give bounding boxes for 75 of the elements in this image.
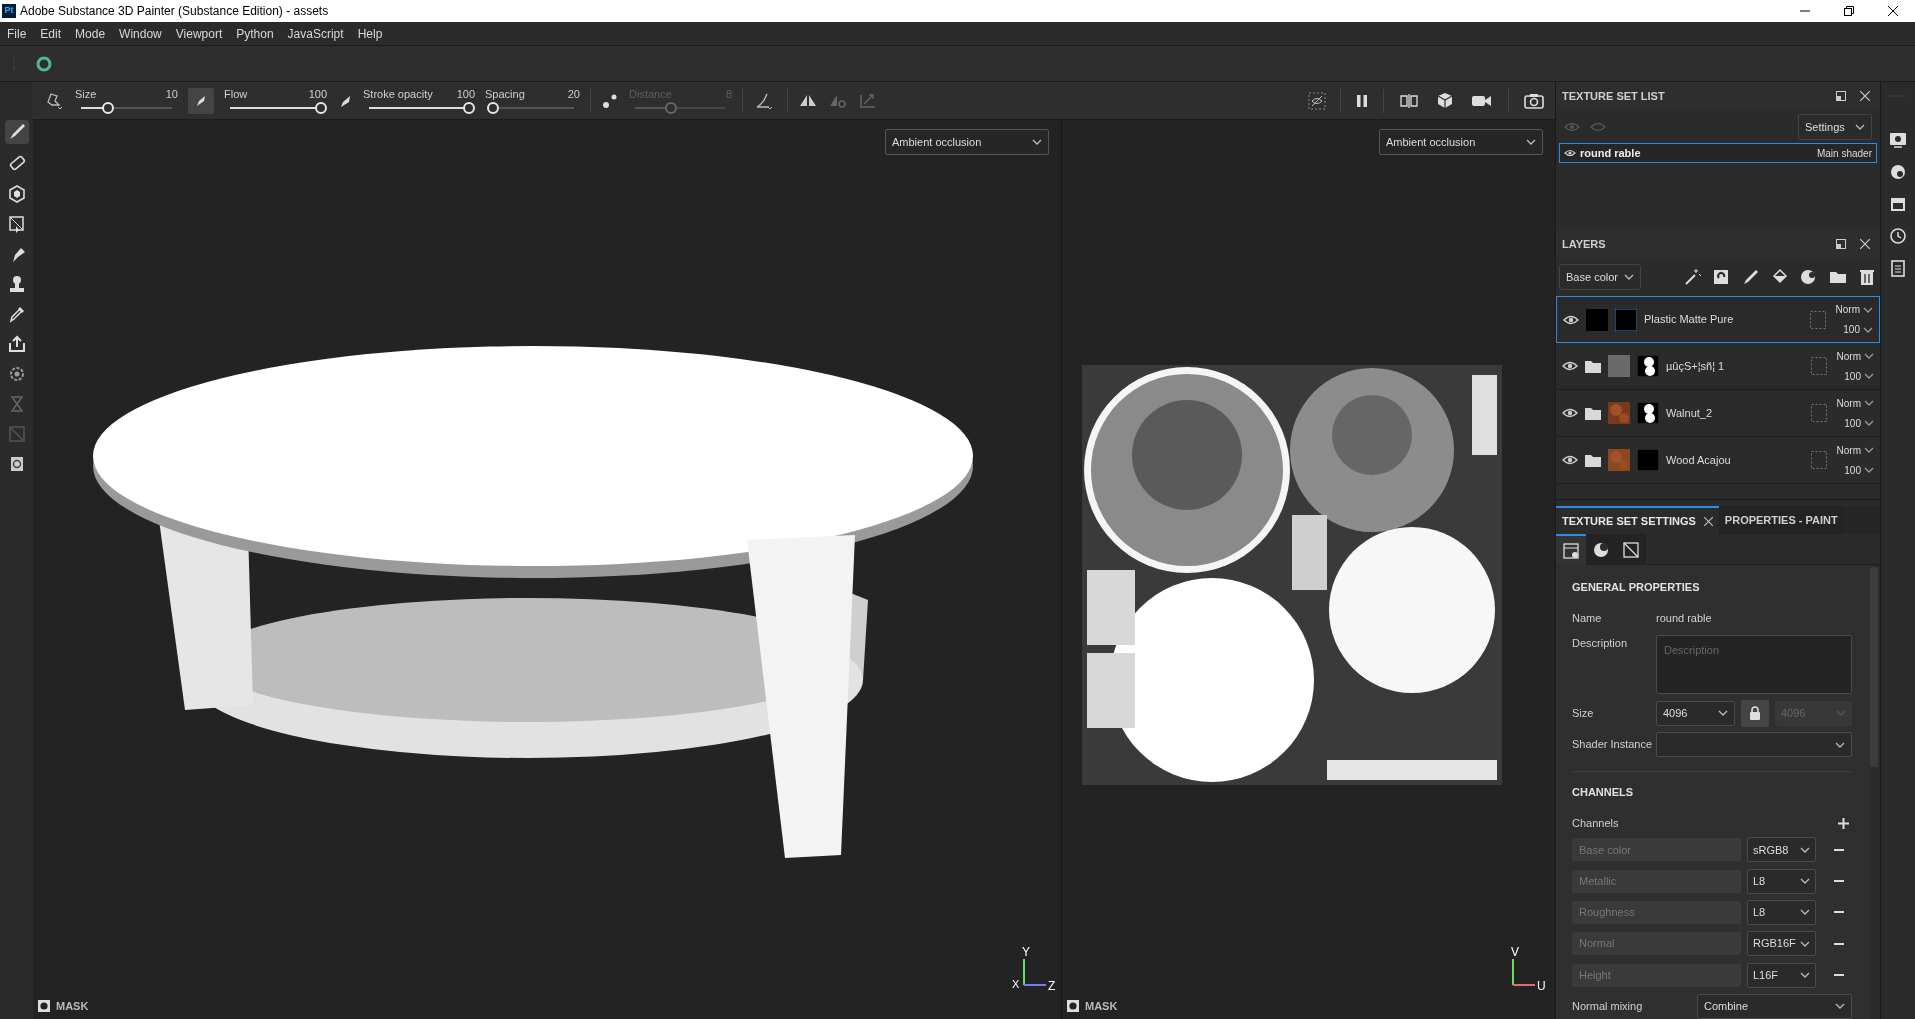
layer-row[interactable]: µûçS+¦sñ¦ 1 Norm 100: [1556, 343, 1880, 390]
slider-value: 10: [165, 87, 178, 101]
channel-dropdown[interactable]: Ambient occlusion: [1379, 129, 1543, 155]
menu-item[interactable]: JavaScript: [280, 24, 351, 43]
channel-name-field: Base color: [1572, 838, 1741, 862]
field-label: Description: [1572, 636, 1629, 651]
opacity-dropdown[interactable]: 100: [1844, 462, 1874, 478]
mask-label: MASK: [56, 998, 89, 1014]
menu-item[interactable]: File: [0, 24, 34, 43]
slider-label: Stroke opacity: [363, 87, 433, 101]
mask-label: MASK: [1085, 998, 1118, 1014]
field-label: Size: [1572, 705, 1595, 721]
name-value: round rable: [1656, 611, 1712, 626]
viewport[interactable]: Ambient occlusion V U MASK: [1062, 120, 1555, 1019]
settings-dropdown[interactable]: Settings: [1798, 114, 1872, 140]
panel-tab[interactable]: TEXTURE SET SETTINGS: [1556, 506, 1719, 534]
slider-label: Size: [75, 87, 97, 101]
opacity-dropdown[interactable]: 100: [1844, 368, 1874, 384]
opacity-dropdown[interactable]: 100: [1844, 415, 1874, 431]
blend-mode-dropdown[interactable]: Norm: [1836, 442, 1874, 458]
normal-mixing-dropdown[interactable]: Combine: [1697, 993, 1852, 1019]
field-label: Name: [1572, 611, 1603, 626]
slider-value: 100: [308, 87, 327, 101]
channel-dropdown[interactable]: Ambient occlusion: [885, 129, 1049, 155]
channel-name-field: Roughness: [1572, 900, 1741, 924]
section-heading: GENERAL PROPERTIES: [1572, 580, 1701, 595]
field-label: Normal mixing: [1572, 999, 1644, 1015]
axis-label: U: [1537, 979, 1546, 993]
axis-label: Z: [1048, 979, 1056, 993]
menu-item[interactable]: Help: [350, 24, 390, 43]
layer-name: Wood Acajou: [1666, 452, 1731, 468]
shader-label: Main shader: [1816, 146, 1872, 161]
panel-title: LAYERS: [1562, 236, 1606, 252]
slider-value: 20: [567, 87, 580, 101]
format-dropdown[interactable]: L8: [1747, 899, 1816, 925]
channel-name-field: Normal: [1572, 932, 1741, 956]
channel-dropdown[interactable]: Base color: [1559, 264, 1641, 290]
menu-item[interactable]: Mode: [68, 24, 113, 43]
texture-set-item[interactable]: round rable Main shader: [1559, 143, 1877, 163]
menu-item[interactable]: Viewport: [168, 24, 230, 43]
app-logo: Pt: [2, 4, 16, 18]
field-label: Channels: [1572, 815, 1619, 831]
description-field[interactable]: Description: [1656, 635, 1852, 694]
layer-name: µûçS+¦sñ¦ 1: [1666, 358, 1725, 374]
layer-row[interactable]: Plastic Matte Pure Norm 100: [1556, 296, 1880, 343]
format-dropdown[interactable]: L16F: [1747, 962, 1816, 988]
texture-set-name: round rable: [1580, 145, 1641, 161]
channel-name-field: Metallic: [1572, 869, 1741, 893]
slider-label: Flow: [224, 87, 248, 101]
field-label: Shader Instance: [1572, 737, 1654, 753]
slider-value: 100: [456, 87, 475, 101]
blend-mode-dropdown[interactable]: Norm: [1836, 348, 1874, 364]
axis-label: Y: [1022, 945, 1030, 959]
viewport[interactable]: Ambient occlusion Y X Z MASK: [33, 120, 1062, 1019]
format-dropdown[interactable]: RGB16F: [1747, 931, 1816, 957]
opacity-dropdown[interactable]: 100: [1843, 322, 1873, 337]
axis-label: X: [1012, 978, 1020, 991]
panel-title: TEXTURE SET LIST: [1562, 88, 1665, 104]
format-dropdown[interactable]: sRGB8: [1747, 837, 1816, 863]
window-title: Adobe Substance 3D Painter (Substance Edition) - assets: [20, 3, 329, 20]
channel-name-field: Height: [1572, 963, 1741, 987]
section-heading: CHANNELS: [1572, 785, 1635, 801]
blend-mode-dropdown[interactable]: Norm: [1835, 302, 1873, 317]
slider-label: Spacing: [485, 87, 525, 101]
menu-item[interactable]: Python: [229, 24, 281, 43]
blend-mode-dropdown[interactable]: Norm: [1836, 395, 1874, 411]
layer-name: Plastic Matte Pure: [1644, 312, 1734, 328]
layer-row[interactable]: Walnut_2 Norm 100: [1556, 390, 1880, 437]
layer-name: Walnut_2: [1666, 405, 1713, 421]
axis-label: V: [1511, 945, 1519, 959]
size-dropdown[interactable]: 4096: [1656, 700, 1735, 726]
layer-row[interactable]: Wood Acajou Norm 100: [1556, 437, 1880, 484]
menu-item[interactable]: Window: [112, 24, 169, 43]
format-dropdown[interactable]: L8: [1747, 868, 1816, 894]
menu-item[interactable]: Edit: [33, 24, 69, 43]
